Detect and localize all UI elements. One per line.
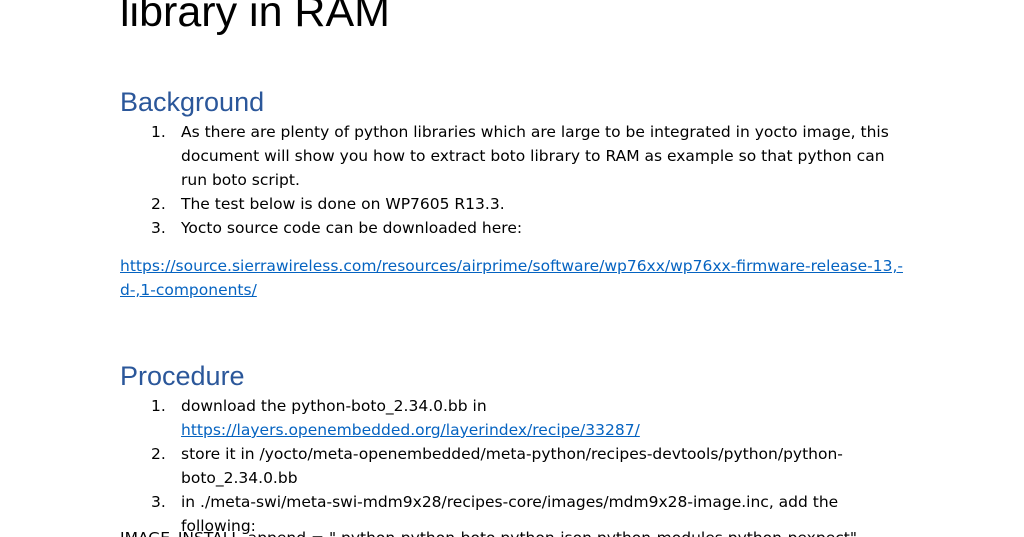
procedure-heading: Procedure	[120, 361, 245, 391]
source-link-paragraph: https://source.sierrawireless.com/resour…	[120, 254, 910, 302]
list-item-number: 3.	[151, 219, 166, 237]
list-item: 1. download the python-boto_2.34.0.bb in…	[120, 394, 910, 442]
list-item-link-line: https://layers.openembedded.org/layerind…	[181, 418, 910, 442]
list-item: 2. store it in /yocto/meta-openembedded/…	[120, 442, 910, 490]
list-item-number: 2.	[151, 195, 166, 213]
image-install-line: IMAGE_INSTALL_append = " python-python-b…	[120, 526, 857, 537]
list-item: 3. Yocto source code can be downloaded h…	[120, 216, 910, 240]
list-item-text: download the python-boto_2.34.0.bb in	[181, 397, 487, 415]
list-item: 1. As there are plenty of python librari…	[120, 120, 910, 192]
procedure-list: 1. download the python-boto_2.34.0.bb in…	[120, 394, 910, 537]
list-item: 2. The test below is done on WP7605 R13.…	[120, 192, 910, 216]
list-item-number: 3.	[151, 493, 166, 511]
list-item-text: As there are plenty of python libraries …	[181, 123, 889, 189]
sierrawireless-source-link[interactable]: https://source.sierrawireless.com/resour…	[120, 257, 903, 299]
list-item-text: The test below is done on WP7605 R13.3.	[181, 195, 505, 213]
background-heading: Background	[120, 87, 265, 117]
list-item-number: 1.	[151, 123, 166, 141]
background-list: 1. As there are plenty of python librari…	[120, 120, 910, 240]
document-title: library in RAM	[120, 0, 390, 36]
list-item-number: 2.	[151, 445, 166, 463]
list-item-text: Yocto source code can be downloaded here…	[181, 219, 523, 237]
list-item-number: 1.	[151, 397, 166, 415]
list-item-text: store it in /yocto/meta-openembedded/met…	[181, 445, 843, 487]
document-page: library in RAM Background 1. As there ar…	[0, 0, 1024, 537]
openembedded-recipe-link[interactable]: https://layers.openembedded.org/layerind…	[181, 421, 640, 439]
